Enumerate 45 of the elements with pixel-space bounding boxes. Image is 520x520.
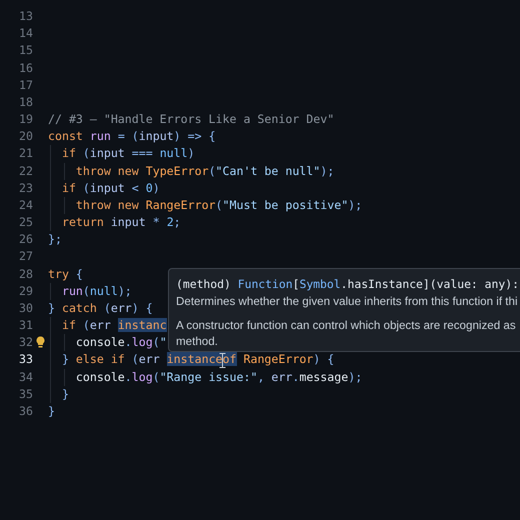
code-line: run(null); [60,282,132,300]
code-line: } [48,402,55,420]
line-number: 32 [18,334,33,352]
code-line: } [60,386,69,403]
code-line: if (input === null) [60,145,195,162]
code-line: }; [48,231,62,248]
line-number: 15 [18,42,33,60]
code-line: if (err instanc [60,317,167,334]
line-number: 21 [18,145,33,162]
tooltip-description: A constructor function can control which objects are recognized as [176,318,517,334]
line-number: 16 [18,60,33,77]
line-number: 17 [18,76,33,94]
code-line: } catch (err) { [48,300,153,317]
code-line: const run = (input) => { [48,128,216,146]
method-signature: (method) Function[Symbol.hasInstance](value: any): [176,276,520,293]
line-number: 25 [18,214,33,232]
code-line: if (input < 0) [60,180,160,197]
line-number: 14 [18,25,33,42]
line-number: 19 [18,111,33,128]
line-number: 36 [18,402,33,420]
code-line: try { [48,266,83,283]
line-number: 18 [18,94,33,111]
code-line: throw new TypeError("Can't be null"); [74,162,334,180]
tooltip-description: Determines whether the given value inherits from this function if thi [176,294,519,310]
line-number: 13 [18,8,33,25]
code-line: console.log(" [74,334,167,352]
line-number: 31 [18,317,33,334]
line-number: 34 [18,368,33,386]
lightbulb-icon[interactable] [35,336,46,350]
line-number: 27 [18,248,33,266]
line-number: 35 [18,386,33,403]
line-number: 24 [18,196,33,214]
line-number: 26 [18,231,33,248]
code-line: console.log("Range issue:", err.message); [74,368,362,386]
code-line: return input * 2; [60,214,181,232]
tooltip-description: method. [176,334,219,350]
line-number: 23 [18,180,33,197]
line-number: 20 [18,128,33,146]
line-number: 22 [18,162,33,180]
line-number: 28 [18,266,33,283]
line-number: 33 [18,351,33,368]
line-number: 29 [18,282,33,300]
line-number: 30 [18,300,33,317]
code-line: throw new RangeError("Must be positive"); [74,196,362,214]
code-line: // #3 — "Handle Errors Like a Senior Dev" [48,111,334,128]
